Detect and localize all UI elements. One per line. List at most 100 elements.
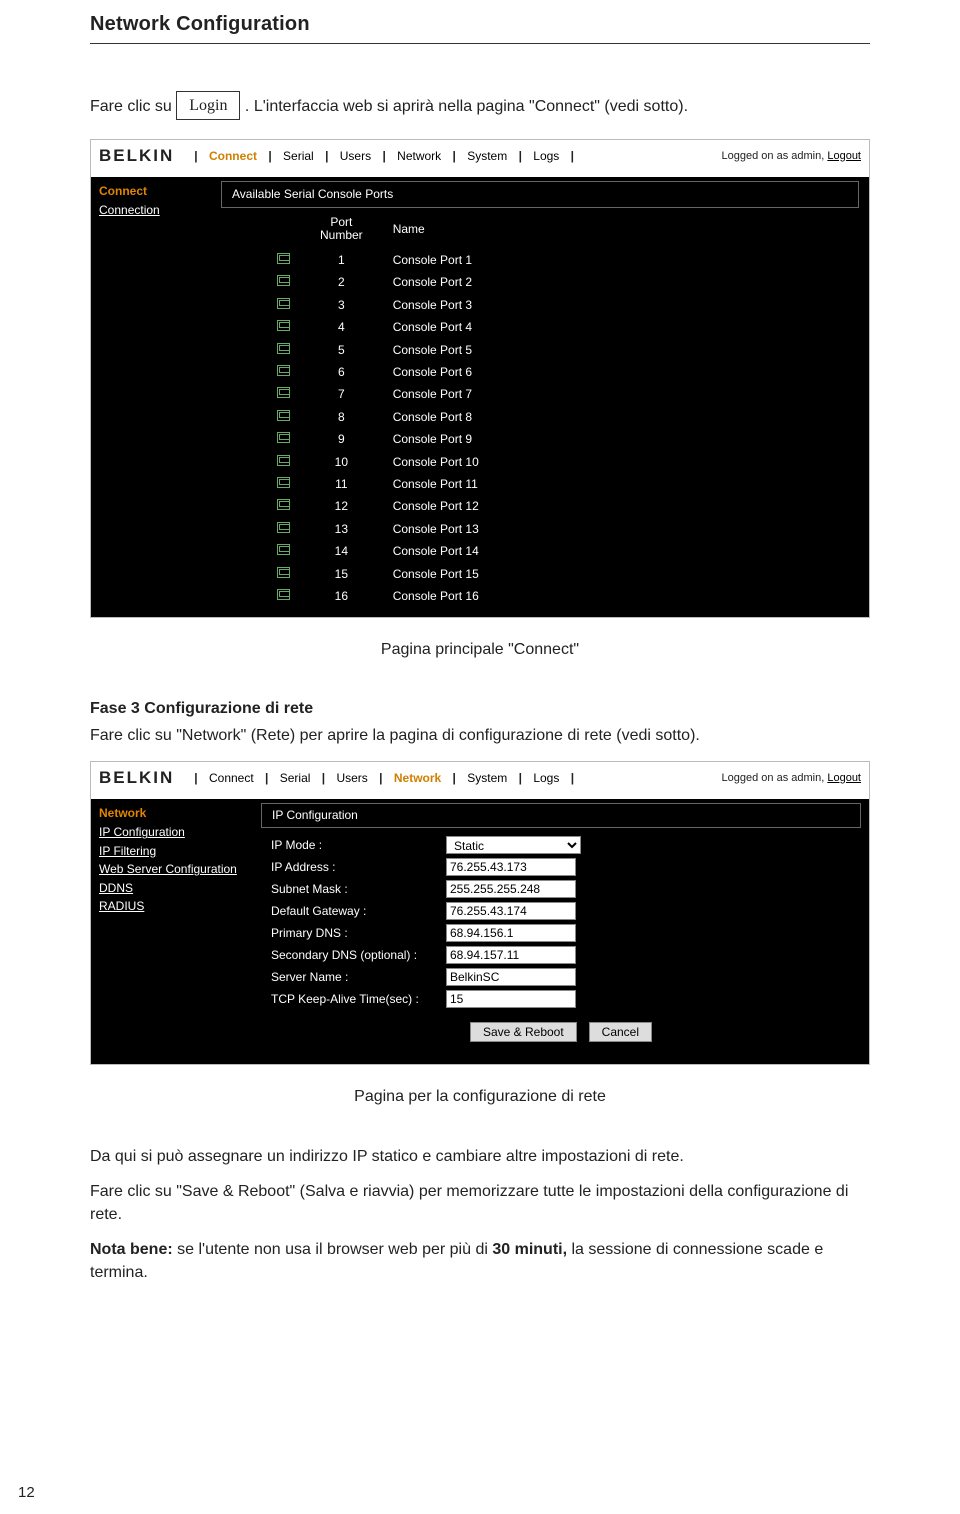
notabene-label: Nota bene: [90,1241,173,1258]
logout-link[interactable]: Logout [827,150,861,162]
input-ipmode[interactable]: Static [446,836,581,854]
login-status: Logged on as admin, Logout [722,149,861,165]
intro-post: . L'interfaccia web si aprirà nella pagi… [245,98,688,115]
port-name[interactable]: Console Port 13 [379,519,493,539]
port-name[interactable]: Console Port 6 [379,363,493,383]
port-name[interactable]: Console Port 12 [379,497,493,517]
tab2-network[interactable]: Network [390,770,445,787]
port-number: 12 [306,497,377,517]
terminal-icon[interactable] [277,432,290,443]
port-name[interactable]: Console Port 5 [379,340,493,360]
terminal-icon[interactable] [277,275,290,286]
side-ddns[interactable]: DDNS [99,880,253,897]
port-name[interactable]: Console Port 16 [379,586,493,606]
port-name[interactable]: Console Port 2 [379,273,493,293]
lbl-subnet: Subnet Mask : [271,881,446,898]
tab-logs[interactable]: Logs [529,148,563,165]
port-name[interactable]: Console Port 8 [379,407,493,427]
terminal-icon[interactable] [277,253,290,264]
port-name[interactable]: Console Port 3 [379,295,493,315]
tab2-system[interactable]: System [463,770,511,787]
ports-panel-title: Available Serial Console Ports [221,181,859,208]
side-radius[interactable]: RADIUS [99,898,253,915]
table-row: 6Console Port 6 [263,363,493,383]
logged-text: Logged on as admin, [722,150,828,162]
input-srvname[interactable] [446,968,576,986]
terminal-icon[interactable] [277,567,290,578]
topbar: BELKIN | Connect | Serial | Users | Netw… [91,140,869,177]
port-name[interactable]: Console Port 14 [379,542,493,562]
side-webserver[interactable]: Web Server Configuration [99,861,253,878]
table-row: 5Console Port 5 [263,340,493,360]
input-subnet[interactable] [446,880,576,898]
tab-users[interactable]: Users [336,148,375,165]
input-keepalive[interactable] [446,990,576,1008]
cancel-button[interactable]: Cancel [589,1022,652,1042]
input-ipaddr[interactable] [446,858,576,876]
terminal-icon[interactable] [277,455,290,466]
port-name[interactable]: Console Port 11 [379,475,493,495]
tab-network[interactable]: Network [393,148,445,165]
screenshot-connect: BELKIN | Connect | Serial | Users | Netw… [90,139,870,618]
port-name[interactable]: Console Port 15 [379,564,493,584]
tab2-serial[interactable]: Serial [276,770,315,787]
table-row: 11Console Port 11 [263,475,493,495]
terminal-icon[interactable] [277,365,290,376]
terminal-icon[interactable] [277,410,290,421]
save-reboot-button[interactable]: Save & Reboot [470,1022,577,1042]
tab2-connect[interactable]: Connect [205,770,258,787]
port-name[interactable]: Console Port 1 [379,251,493,271]
logout-link-2[interactable]: Logout [827,772,861,784]
table-row: 3Console Port 3 [263,295,493,315]
terminal-icon[interactable] [277,544,290,555]
table-row: 13Console Port 13 [263,519,493,539]
tab-connect[interactable]: Connect [205,148,261,165]
section-title: Network Configuration [90,10,870,39]
terminal-icon[interactable] [277,589,290,600]
sidebar-network: Network IP Configuration IP Filtering We… [91,799,261,1064]
terminal-icon[interactable] [277,343,290,354]
tab-bar-2: | Connect | Serial | Users | Network | S… [190,770,578,787]
sidebar2-head: Network [99,805,253,822]
tab-serial[interactable]: Serial [279,148,318,165]
terminal-icon[interactable] [277,477,290,488]
lbl-ipaddr: IP Address : [271,859,446,876]
col-port-number: PortNumber [306,214,377,248]
port-name[interactable]: Console Port 4 [379,318,493,338]
terminal-icon[interactable] [277,499,290,510]
lbl-pdns: Primary DNS : [271,925,446,942]
sidebar-item-connection[interactable]: Connection [99,202,213,219]
tab-system[interactable]: System [463,148,511,165]
step3-head: Fase 3 Configurazione di rete [90,697,870,720]
input-sdns[interactable] [446,946,576,964]
tab2-logs[interactable]: Logs [529,770,563,787]
brand-logo-2: BELKIN [99,766,174,791]
side-ipconfig[interactable]: IP Configuration [99,824,253,841]
port-number: 3 [306,295,377,315]
lbl-keepalive: TCP Keep-Alive Time(sec) : [271,991,446,1008]
screenshot-network: BELKIN | Connect | Serial | Users | Netw… [90,761,870,1065]
terminal-icon[interactable] [277,522,290,533]
intro-pre: Fare clic su [90,98,176,115]
port-name[interactable]: Console Port 7 [379,385,493,405]
port-name[interactable]: Console Port 10 [379,452,493,472]
table-row: 10Console Port 10 [263,452,493,472]
port-name[interactable]: Console Port 9 [379,430,493,450]
brand-logo: BELKIN [99,144,174,169]
table-row: 1Console Port 1 [263,251,493,271]
port-number: 14 [306,542,377,562]
table-row: 9Console Port 9 [263,430,493,450]
sidebar-head: Connect [99,183,213,200]
after-p2: Fare clic su "Save & Reboot" (Salva e ri… [90,1180,870,1226]
terminal-icon[interactable] [277,298,290,309]
port-number: 1 [306,251,377,271]
step3-text: Fare clic su "Network" (Rete) per aprire… [90,724,870,747]
terminal-icon[interactable] [277,320,290,331]
side-ipfilter[interactable]: IP Filtering [99,843,253,860]
table-row: 12Console Port 12 [263,497,493,517]
input-gateway[interactable] [446,902,576,920]
login-status-2: Logged on as admin, Logout [722,771,861,787]
input-pdns[interactable] [446,924,576,942]
tab2-users[interactable]: Users [332,770,371,787]
terminal-icon[interactable] [277,387,290,398]
